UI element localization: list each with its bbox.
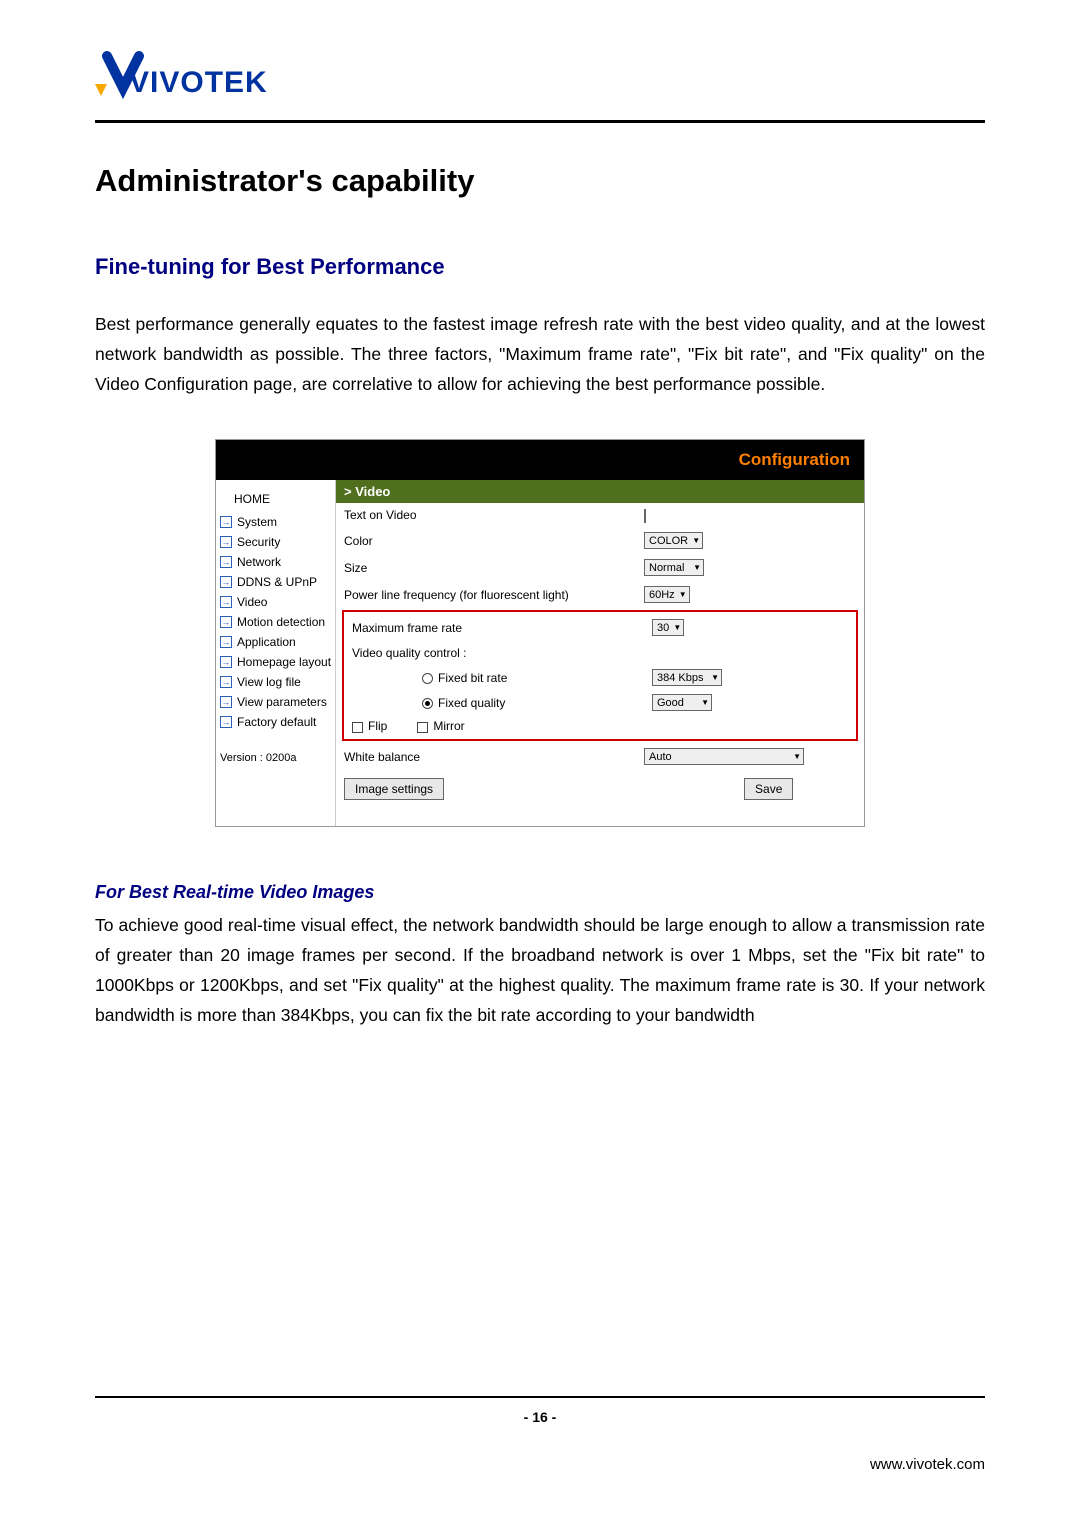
arrow-icon: →	[220, 716, 232, 728]
vivotek-logo: VIVOTEK	[95, 50, 985, 102]
label-flip: Flip	[368, 719, 387, 733]
label-mirror: Mirror	[433, 719, 464, 733]
page-heading: Administrator's capability	[95, 163, 985, 199]
arrow-icon: →	[220, 576, 232, 588]
sidebar-item-network[interactable]: → Network	[216, 552, 335, 572]
sidebar-item-factory[interactable]: → Factory default	[216, 712, 335, 732]
radio-fixed-bit[interactable]	[422, 673, 433, 684]
maxframe-select[interactable]: 30	[652, 619, 684, 636]
highlighted-region: Maximum frame rate 30 Video quality cont…	[342, 610, 858, 741]
label-size: Size	[344, 561, 644, 575]
config-sidebar: HOME → System → Security → Network → DDNS & …	[216, 480, 336, 826]
sidebar-item-label: Homepage layout	[237, 655, 331, 669]
footer-url: www.vivotek.com	[870, 1456, 985, 1473]
config-title: Configuration	[739, 450, 850, 470]
intro-paragraph: Best performance generally equates to th…	[95, 310, 985, 399]
sidebar-item-label: Factory default	[237, 715, 316, 729]
label-powerline: Power line frequency (for fluorescent li…	[344, 588, 644, 602]
arrow-icon: →	[220, 636, 232, 648]
top-rule	[95, 120, 985, 123]
color-select[interactable]: COLOR	[644, 532, 703, 549]
video-form: > Video Text on Video Color COLOR Size N…	[336, 480, 864, 826]
label-color: Color	[344, 534, 644, 548]
arrow-icon: →	[220, 696, 232, 708]
sidebar-item-label: Network	[237, 555, 281, 569]
white-balance-select[interactable]: Auto	[644, 748, 804, 765]
sidebar-item-label: DDNS & UPnP	[237, 575, 317, 589]
sidebar-item-label: Motion detection	[237, 615, 325, 629]
arrow-icon: →	[220, 676, 232, 688]
svg-text:VIVOTEK: VIVOTEK	[129, 66, 268, 99]
sidebar-item-ddns[interactable]: → DDNS & UPnP	[216, 572, 335, 592]
label-vqc: Video quality control :	[352, 646, 652, 660]
bottom-rule	[95, 1396, 985, 1398]
fixed-bit-select[interactable]: 384 Kbps	[652, 669, 722, 686]
config-header: Configuration	[216, 440, 864, 480]
sidebar-item-motion[interactable]: → Motion detection	[216, 612, 335, 632]
arrow-icon: →	[220, 616, 232, 628]
sidebar-item-label: View parameters	[237, 695, 327, 709]
arrow-icon: →	[220, 556, 232, 568]
label-fixed-bit: Fixed bit rate	[438, 671, 507, 685]
sidebar-item-viewparams[interactable]: → View parameters	[216, 692, 335, 712]
image-settings-button[interactable]: Image settings	[344, 778, 444, 800]
label-maxframe: Maximum frame rate	[352, 621, 652, 635]
checkbox-flip[interactable]	[352, 722, 363, 733]
arrow-icon: →	[220, 596, 232, 608]
label-fixed-quality: Fixed quality	[438, 696, 505, 710]
sidebar-item-security[interactable]: → Security	[216, 532, 335, 552]
arrow-icon: →	[220, 516, 232, 528]
sidebar-version: Version : 0200a	[216, 732, 335, 764]
fixed-quality-select[interactable]: Good	[652, 694, 712, 711]
arrow-icon: →	[220, 536, 232, 548]
sidebar-item-label: System	[237, 515, 277, 529]
checkbox-mirror[interactable]	[417, 722, 428, 733]
section-heading: Fine-tuning for Best Performance	[95, 254, 985, 280]
radio-fixed-quality[interactable]	[422, 698, 433, 709]
realtime-paragraph: To achieve good real-time visual effect,…	[95, 911, 985, 1030]
sidebar-item-logfile[interactable]: → View log file	[216, 672, 335, 692]
label-white-balance: White balance	[344, 750, 644, 764]
label-text-on-video: Text on Video	[344, 508, 644, 522]
form-section-title: > Video	[336, 480, 864, 503]
powerline-select[interactable]: 60Hz	[644, 586, 690, 603]
sidebar-item-label: Security	[237, 535, 280, 549]
sidebar-item-label: Application	[237, 635, 296, 649]
sidebar-home[interactable]: HOME	[216, 486, 335, 512]
sidebar-item-homepage[interactable]: → Homepage layout	[216, 652, 335, 672]
sidebar-item-system[interactable]: → System	[216, 512, 335, 532]
subsection-heading: For Best Real-time Video Images	[95, 882, 985, 903]
sidebar-item-application[interactable]: → Application	[216, 632, 335, 652]
sidebar-item-video[interactable]: → Video	[216, 592, 335, 612]
size-select[interactable]: Normal	[644, 559, 704, 576]
sidebar-item-label: Video	[237, 595, 267, 609]
sidebar-item-label: View log file	[237, 675, 301, 689]
save-button[interactable]: Save	[744, 778, 793, 800]
text-on-video-input[interactable]	[644, 509, 646, 523]
page-number: - 16 -	[0, 1409, 1080, 1425]
arrow-icon: →	[220, 656, 232, 668]
config-screenshot: Configuration HOME → System → Security → Ne…	[215, 439, 865, 827]
